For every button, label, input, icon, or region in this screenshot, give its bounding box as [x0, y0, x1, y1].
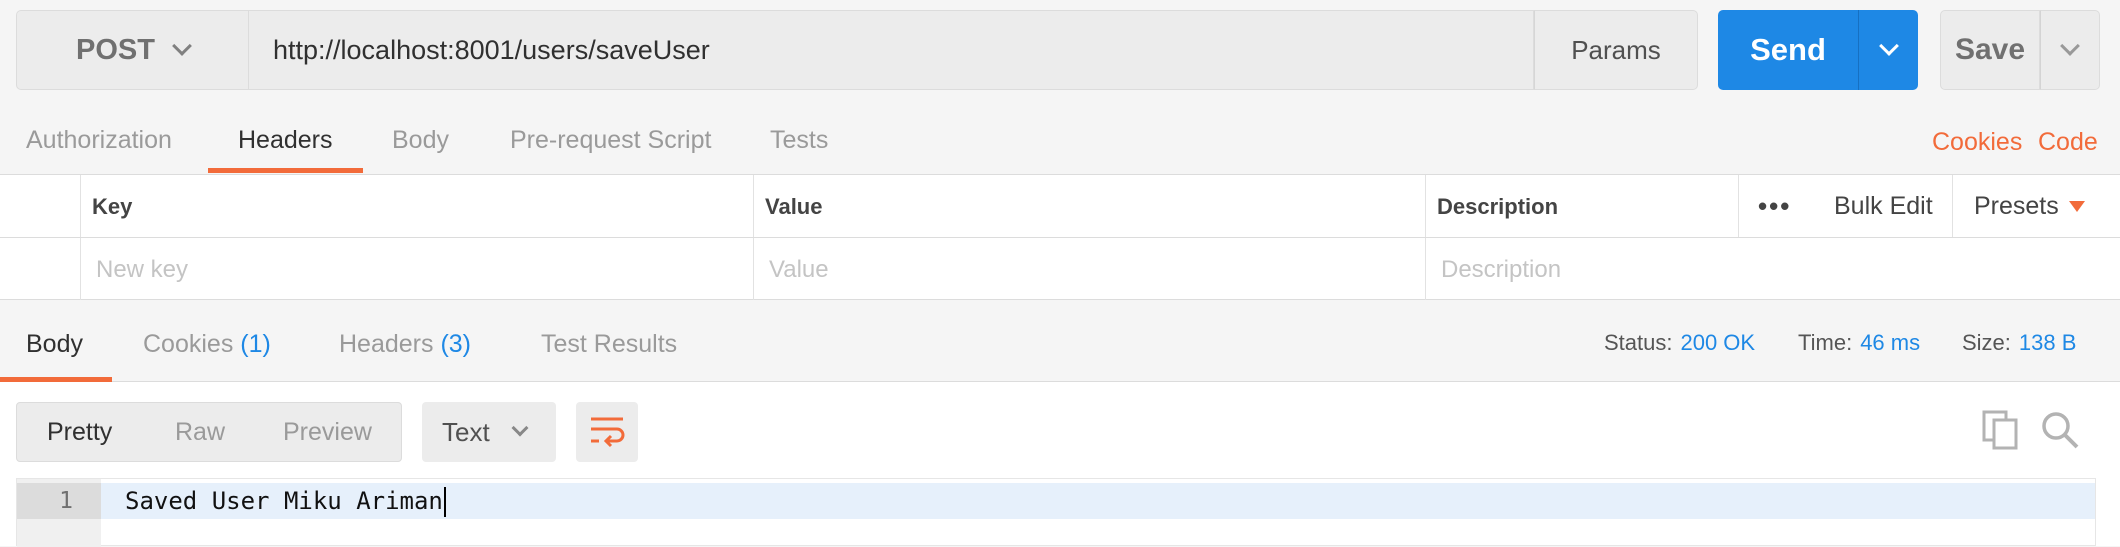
size-value: 138 B: [2018, 330, 2077, 355]
search-icon[interactable]: [2040, 410, 2080, 450]
tab-response-body[interactable]: Body: [26, 330, 83, 359]
size-label: Size:: [1962, 330, 2011, 355]
raw-view-button[interactable]: Raw: [175, 418, 225, 447]
status-label: Status:: [1604, 330, 1673, 355]
tab-response-cookies[interactable]: Cookies (1): [143, 330, 271, 359]
method-select[interactable]: POST: [16, 10, 248, 90]
headers-table: Key Value Description ••• Bulk Edit Pres…: [0, 174, 2120, 301]
caret-down-icon: [2068, 201, 2085, 212]
tab-test-results[interactable]: Test Results: [541, 330, 677, 359]
description-column-header: Description: [1437, 193, 1559, 219]
tab-headers[interactable]: Headers: [238, 126, 333, 155]
format-label: Text: [442, 416, 490, 447]
headers-count: (3): [440, 330, 472, 358]
response-editor[interactable]: 1 Saved User Miku Ariman: [16, 478, 2096, 547]
tab-tests[interactable]: Tests: [770, 126, 828, 155]
tab-body[interactable]: Body: [392, 126, 449, 155]
status-indicator: Status: 200 OK: [1604, 330, 1755, 356]
table-row: New key Value Description: [0, 238, 2120, 301]
table-header-row: Key Value Description ••• Bulk Edit Pres…: [0, 175, 2120, 238]
response-tabs: Body Cookies (1) Headers (3) Test Result…: [0, 300, 2120, 382]
status-value: 200 OK: [1680, 330, 1756, 355]
cookies-count: (1): [240, 330, 271, 358]
copy-icon[interactable]: [1982, 410, 2020, 450]
headers-tab-label: Headers: [339, 330, 434, 358]
send-label: Send: [1750, 32, 1826, 67]
key-column-header: Key: [92, 193, 133, 219]
save-dropdown-button[interactable]: [2040, 10, 2100, 90]
chevron-down-icon: [172, 36, 192, 56]
tab-authorization[interactable]: Authorization: [26, 126, 172, 155]
view-mode-group: Pretty Raw Preview: [16, 402, 402, 462]
value-column-header: Value: [765, 193, 823, 219]
chevron-down-icon: [2060, 36, 2080, 56]
response-body: 1 Saved User Miku Ariman: [0, 478, 2120, 547]
url-input[interactable]: http://localhost:8001/users/saveUser: [248, 10, 1534, 90]
tab-pre-request-script[interactable]: Pre-request Script: [510, 126, 711, 155]
size-indicator: Size: 138 B: [1962, 330, 2076, 356]
time-label: Time:: [1798, 330, 1853, 355]
params-label: Params: [1571, 34, 1661, 65]
code-line: Saved User Miku Ariman: [101, 483, 2095, 519]
active-tab-indicator: [208, 168, 363, 173]
save-label: Save: [1954, 33, 2026, 66]
cookies-link[interactable]: Cookies: [1932, 128, 2022, 157]
bulk-edit-button[interactable]: Bulk Edit: [1834, 175, 1933, 238]
url-text: http://localhost:8001/users/saveUser: [273, 34, 710, 65]
line-number: 1: [17, 483, 101, 519]
send-button[interactable]: Send: [1718, 10, 1858, 90]
line-gutter: 1: [17, 479, 101, 547]
wrap-lines-button[interactable]: [576, 402, 638, 462]
new-key-input[interactable]: New key: [96, 238, 188, 301]
method-label: POST: [76, 33, 155, 66]
cookies-tab-label: Cookies: [143, 330, 234, 358]
code-link[interactable]: Code: [2038, 128, 2098, 157]
more-options-icon[interactable]: •••: [1758, 175, 1791, 238]
time-value: 46 ms: [1860, 330, 1921, 355]
chevron-down-icon: [1878, 36, 1899, 56]
wrap-lines-icon: [591, 417, 625, 448]
format-select[interactable]: Text: [422, 402, 556, 462]
response-toolbar: Pretty Raw Preview Text: [0, 382, 2120, 478]
send-dropdown-button[interactable]: [1858, 10, 1918, 90]
text-cursor: [443, 487, 446, 517]
presets-label: Presets: [1974, 192, 2059, 220]
pretty-view-button[interactable]: Pretty: [47, 418, 112, 447]
request-tabs: Authorization Headers Body Pre-request S…: [0, 110, 2120, 174]
new-value-input[interactable]: Value: [769, 238, 829, 301]
chevron-down-icon: [511, 419, 529, 437]
time-indicator: Time: 46 ms: [1798, 330, 1920, 356]
params-button[interactable]: Params: [1534, 10, 1698, 90]
response-text: Saved User Miku Ariman: [125, 487, 443, 515]
new-description-input[interactable]: Description: [1441, 238, 1561, 301]
presets-dropdown[interactable]: Presets: [1974, 175, 2085, 238]
tab-response-headers[interactable]: Headers (3): [339, 330, 471, 359]
preview-view-button[interactable]: Preview: [283, 418, 372, 447]
save-button[interactable]: Save: [1940, 10, 2040, 90]
